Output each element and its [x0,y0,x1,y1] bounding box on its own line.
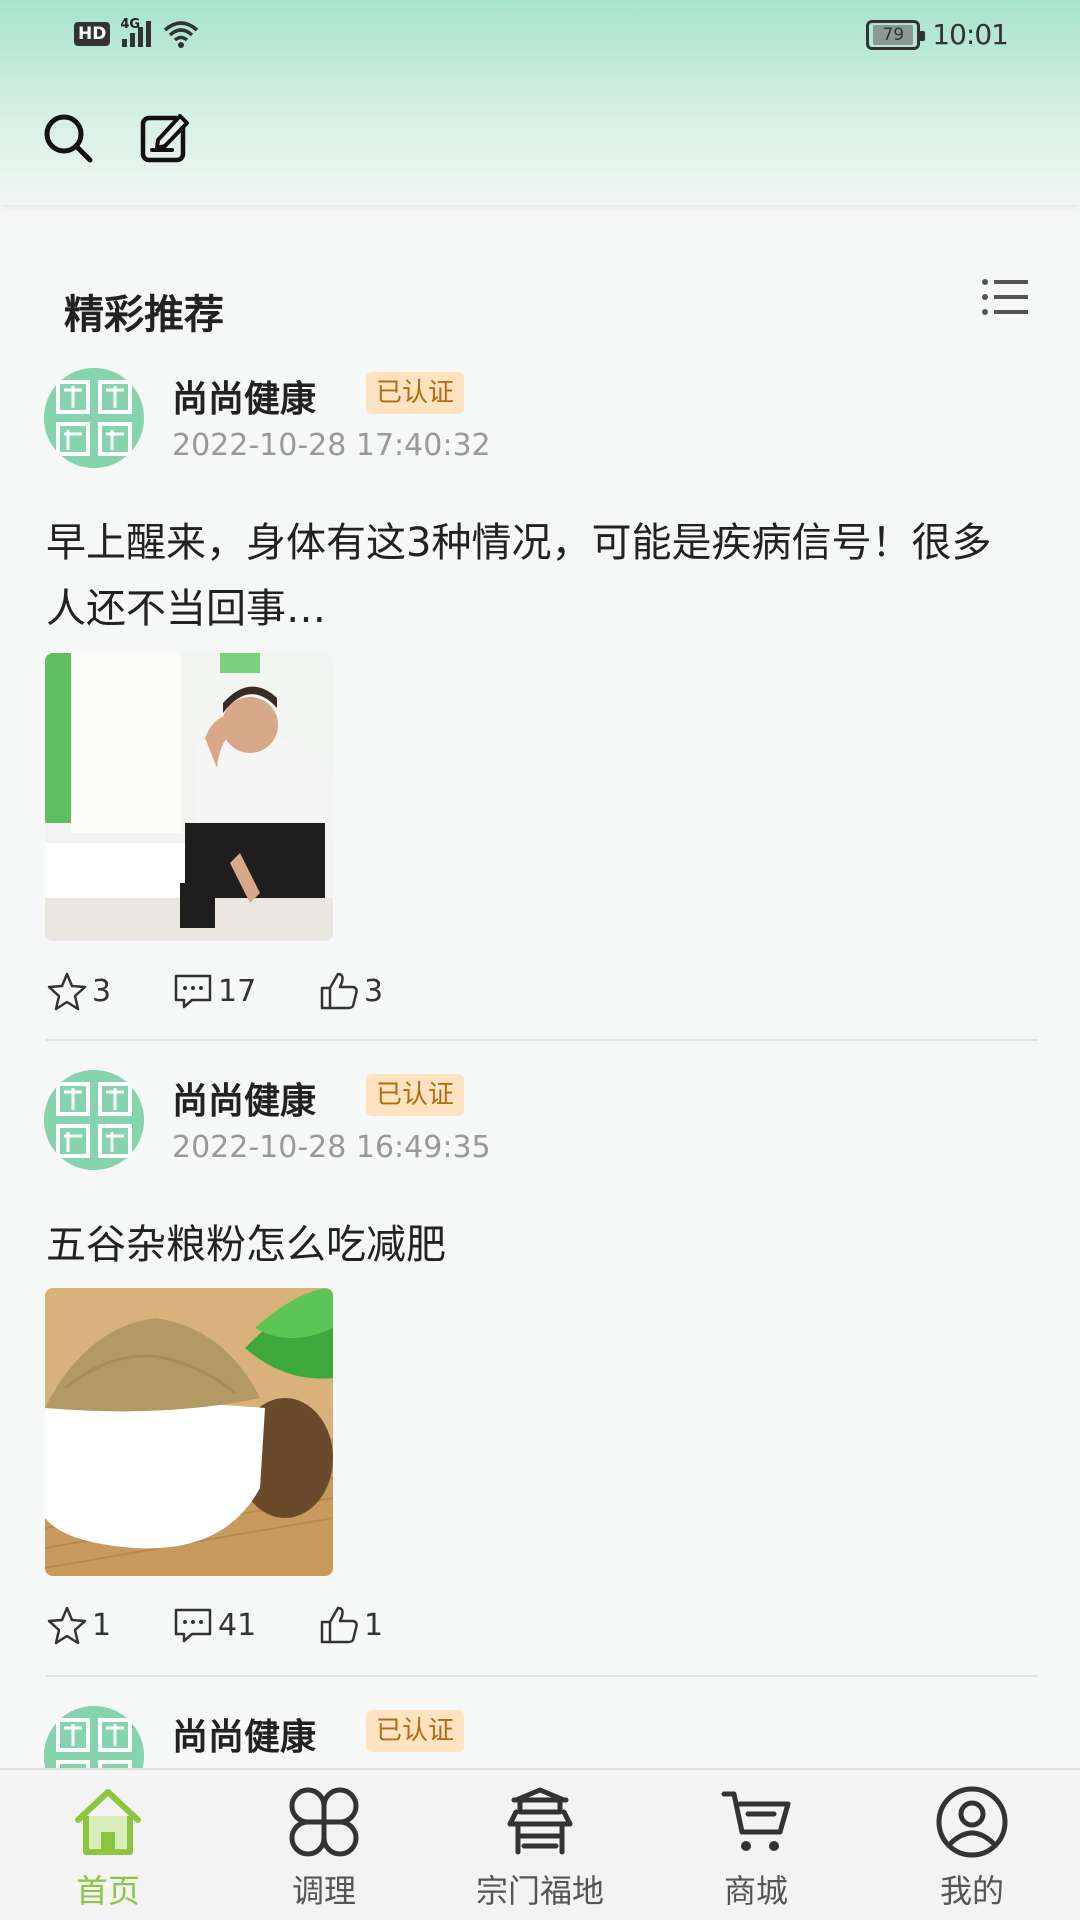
comment-button[interactable]: 41 [172,1604,256,1646]
favorite-count: 1 [92,1607,112,1643]
comment-button[interactable]: 17 [172,970,256,1012]
favorite-button[interactable]: 1 [46,1604,111,1646]
nav-item-temple[interactable]: 宗门福地 [450,1784,630,1912]
nav-item-tiaoli[interactable]: 调理 [234,1784,414,1912]
wifi-icon [164,21,199,48]
verified-badge: 已认证 [366,1074,465,1116]
post-card[interactable]: 尚尚健康 已认证 2022-10-28 16:49:35 五谷杂粮粉怎么吃减肥 [0,1062,1080,1698]
author-avatar[interactable] [44,1706,144,1768]
hd-indicator: HD [74,22,111,46]
comment-icon [174,974,212,1009]
verified-badge: 已认证 [366,372,465,414]
status-bar: HD 4G 79 10:01 [0,0,1080,80]
post-card[interactable]: 尚尚健康 已认证 [0,1698,1080,1768]
comment-icon [174,1608,212,1643]
star-icon [47,972,87,1011]
search-icon[interactable] [40,110,96,166]
nav-label-mine: 我的 [939,1872,1004,1910]
author-name[interactable]: 尚尚健康 [172,370,316,422]
like-button[interactable]: 1 [318,1604,383,1646]
home-icon [75,1789,141,1855]
post-actions: 3 17 3 [46,970,646,1018]
man-holding-head-photo [45,653,333,941]
comment-count: 41 [218,1607,257,1643]
nav-label-tiaoli: 调理 [291,1872,356,1910]
author-avatar[interactable] [44,368,144,468]
edit-icon[interactable] [138,110,194,166]
author-name[interactable]: 尚尚健康 [172,1708,316,1760]
favorite-button[interactable]: 3 [46,970,111,1012]
clock: 10:01 [932,18,1009,51]
post-time: 2022-10-28 17:40:32 [172,428,491,463]
list-icon[interactable] [980,275,1030,319]
post-divider [46,1675,1038,1677]
nav-item-mine[interactable]: 我的 [882,1784,1062,1912]
top-bar: HD 4G 79 10:01 [0,0,1080,205]
star-icon [47,1606,87,1645]
brand-logo-icon [44,368,144,468]
favorite-count: 3 [92,973,112,1009]
post-actions: 1 41 1 [46,1604,646,1652]
network-type: 4G [120,17,141,32]
cell-signal-icon: 4G [120,17,152,47]
author-avatar[interactable] [44,1070,144,1170]
post-card[interactable]: 尚尚健康 已认证 2022-10-28 17:40:32 早上醒来，身体有这3种… [0,360,1080,1041]
brand-logo-icon [44,1070,144,1170]
nav-label-temple: 宗门福地 [475,1872,604,1910]
nav-label-shop: 商城 [723,1872,788,1910]
bottom-nav: 首页 调理 宗门福地 商城 我的 [0,1768,1080,1920]
nav-item-home[interactable]: 首页 [18,1784,198,1912]
clover-icon [289,1787,359,1857]
post-time: 2022-10-28 16:49:35 [172,1130,491,1165]
post-title[interactable]: 五谷杂粮粉怎么吃减肥 [46,1212,1026,1278]
cart-icon [721,1791,791,1851]
verified-badge: 已认证 [366,1710,465,1752]
like-count: 1 [364,1607,384,1643]
temple-icon [507,1787,573,1855]
post-image[interactable] [45,1288,333,1576]
brand-logo-icon [44,1706,144,1768]
like-count: 3 [364,973,384,1009]
nav-item-shop[interactable]: 商城 [666,1784,846,1912]
nav-label-home: 首页 [75,1872,140,1910]
post-title[interactable]: 早上醒来，身体有这3种情况，可能是疾病信号！很多人还不当回事… [46,510,1026,642]
thumbs-up-icon [320,972,358,1010]
post-divider [46,1039,1038,1041]
thumbs-up-icon [320,1606,358,1644]
like-button[interactable]: 3 [318,970,383,1012]
grain-powder-bowl-photo [45,1288,333,1576]
author-name[interactable]: 尚尚健康 [172,1072,316,1124]
comment-count: 17 [218,973,257,1009]
battery-level: 79 [873,24,914,45]
battery-icon: 79 [866,19,926,50]
user-icon [936,1786,1008,1858]
section-title: 精彩推荐 [64,292,224,338]
post-image[interactable] [45,653,333,941]
